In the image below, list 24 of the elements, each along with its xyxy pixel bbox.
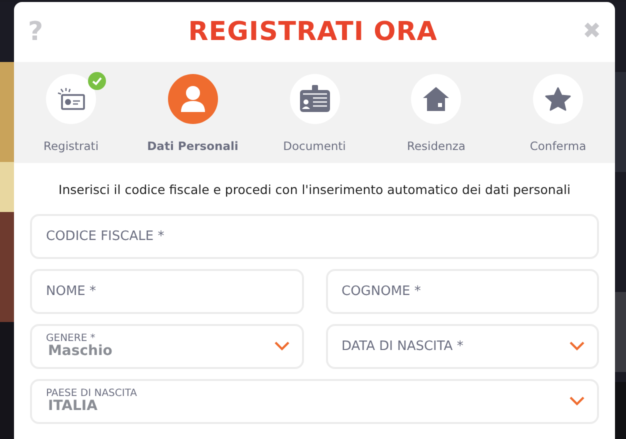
house-icon <box>423 86 450 112</box>
id-card-icon <box>56 87 86 111</box>
badge-icon <box>298 85 330 113</box>
dropdown-field[interactable]: PAESE DI NASCITA ITALIA <box>30 378 599 424</box>
dropdown-field[interactable]: GENERE * Maschio <box>30 324 304 369</box>
step-button[interactable] <box>290 74 340 124</box>
star-icon <box>545 87 571 111</box>
person-icon <box>180 85 206 113</box>
caret-icon <box>274 341 290 352</box>
step-label: Registrati <box>43 138 99 155</box>
step-button[interactable] <box>46 74 96 124</box>
modal-title: REGISTRATI ORA <box>188 16 438 48</box>
input-field[interactable]: CODICE FISCALE * <box>30 214 599 259</box>
step-label: Dati Personali <box>147 138 238 155</box>
input-field[interactable]: NOME * <box>30 268 304 314</box>
step-label: Documenti <box>283 138 346 155</box>
instruction-text: Inserisci il codice fiscale e procedi con l'inserimento automatico dei dati personali <box>58 181 572 199</box>
step-label: Residenza <box>407 138 466 155</box>
caret-icon <box>569 396 585 406</box>
caret-icon <box>569 341 585 352</box>
step-label: Conferma <box>530 138 586 155</box>
step-button[interactable] <box>533 74 583 124</box>
dropdown-field[interactable]: DATA DI NASCITA * <box>326 324 599 369</box>
input-field[interactable]: COGNOME * <box>326 268 599 314</box>
